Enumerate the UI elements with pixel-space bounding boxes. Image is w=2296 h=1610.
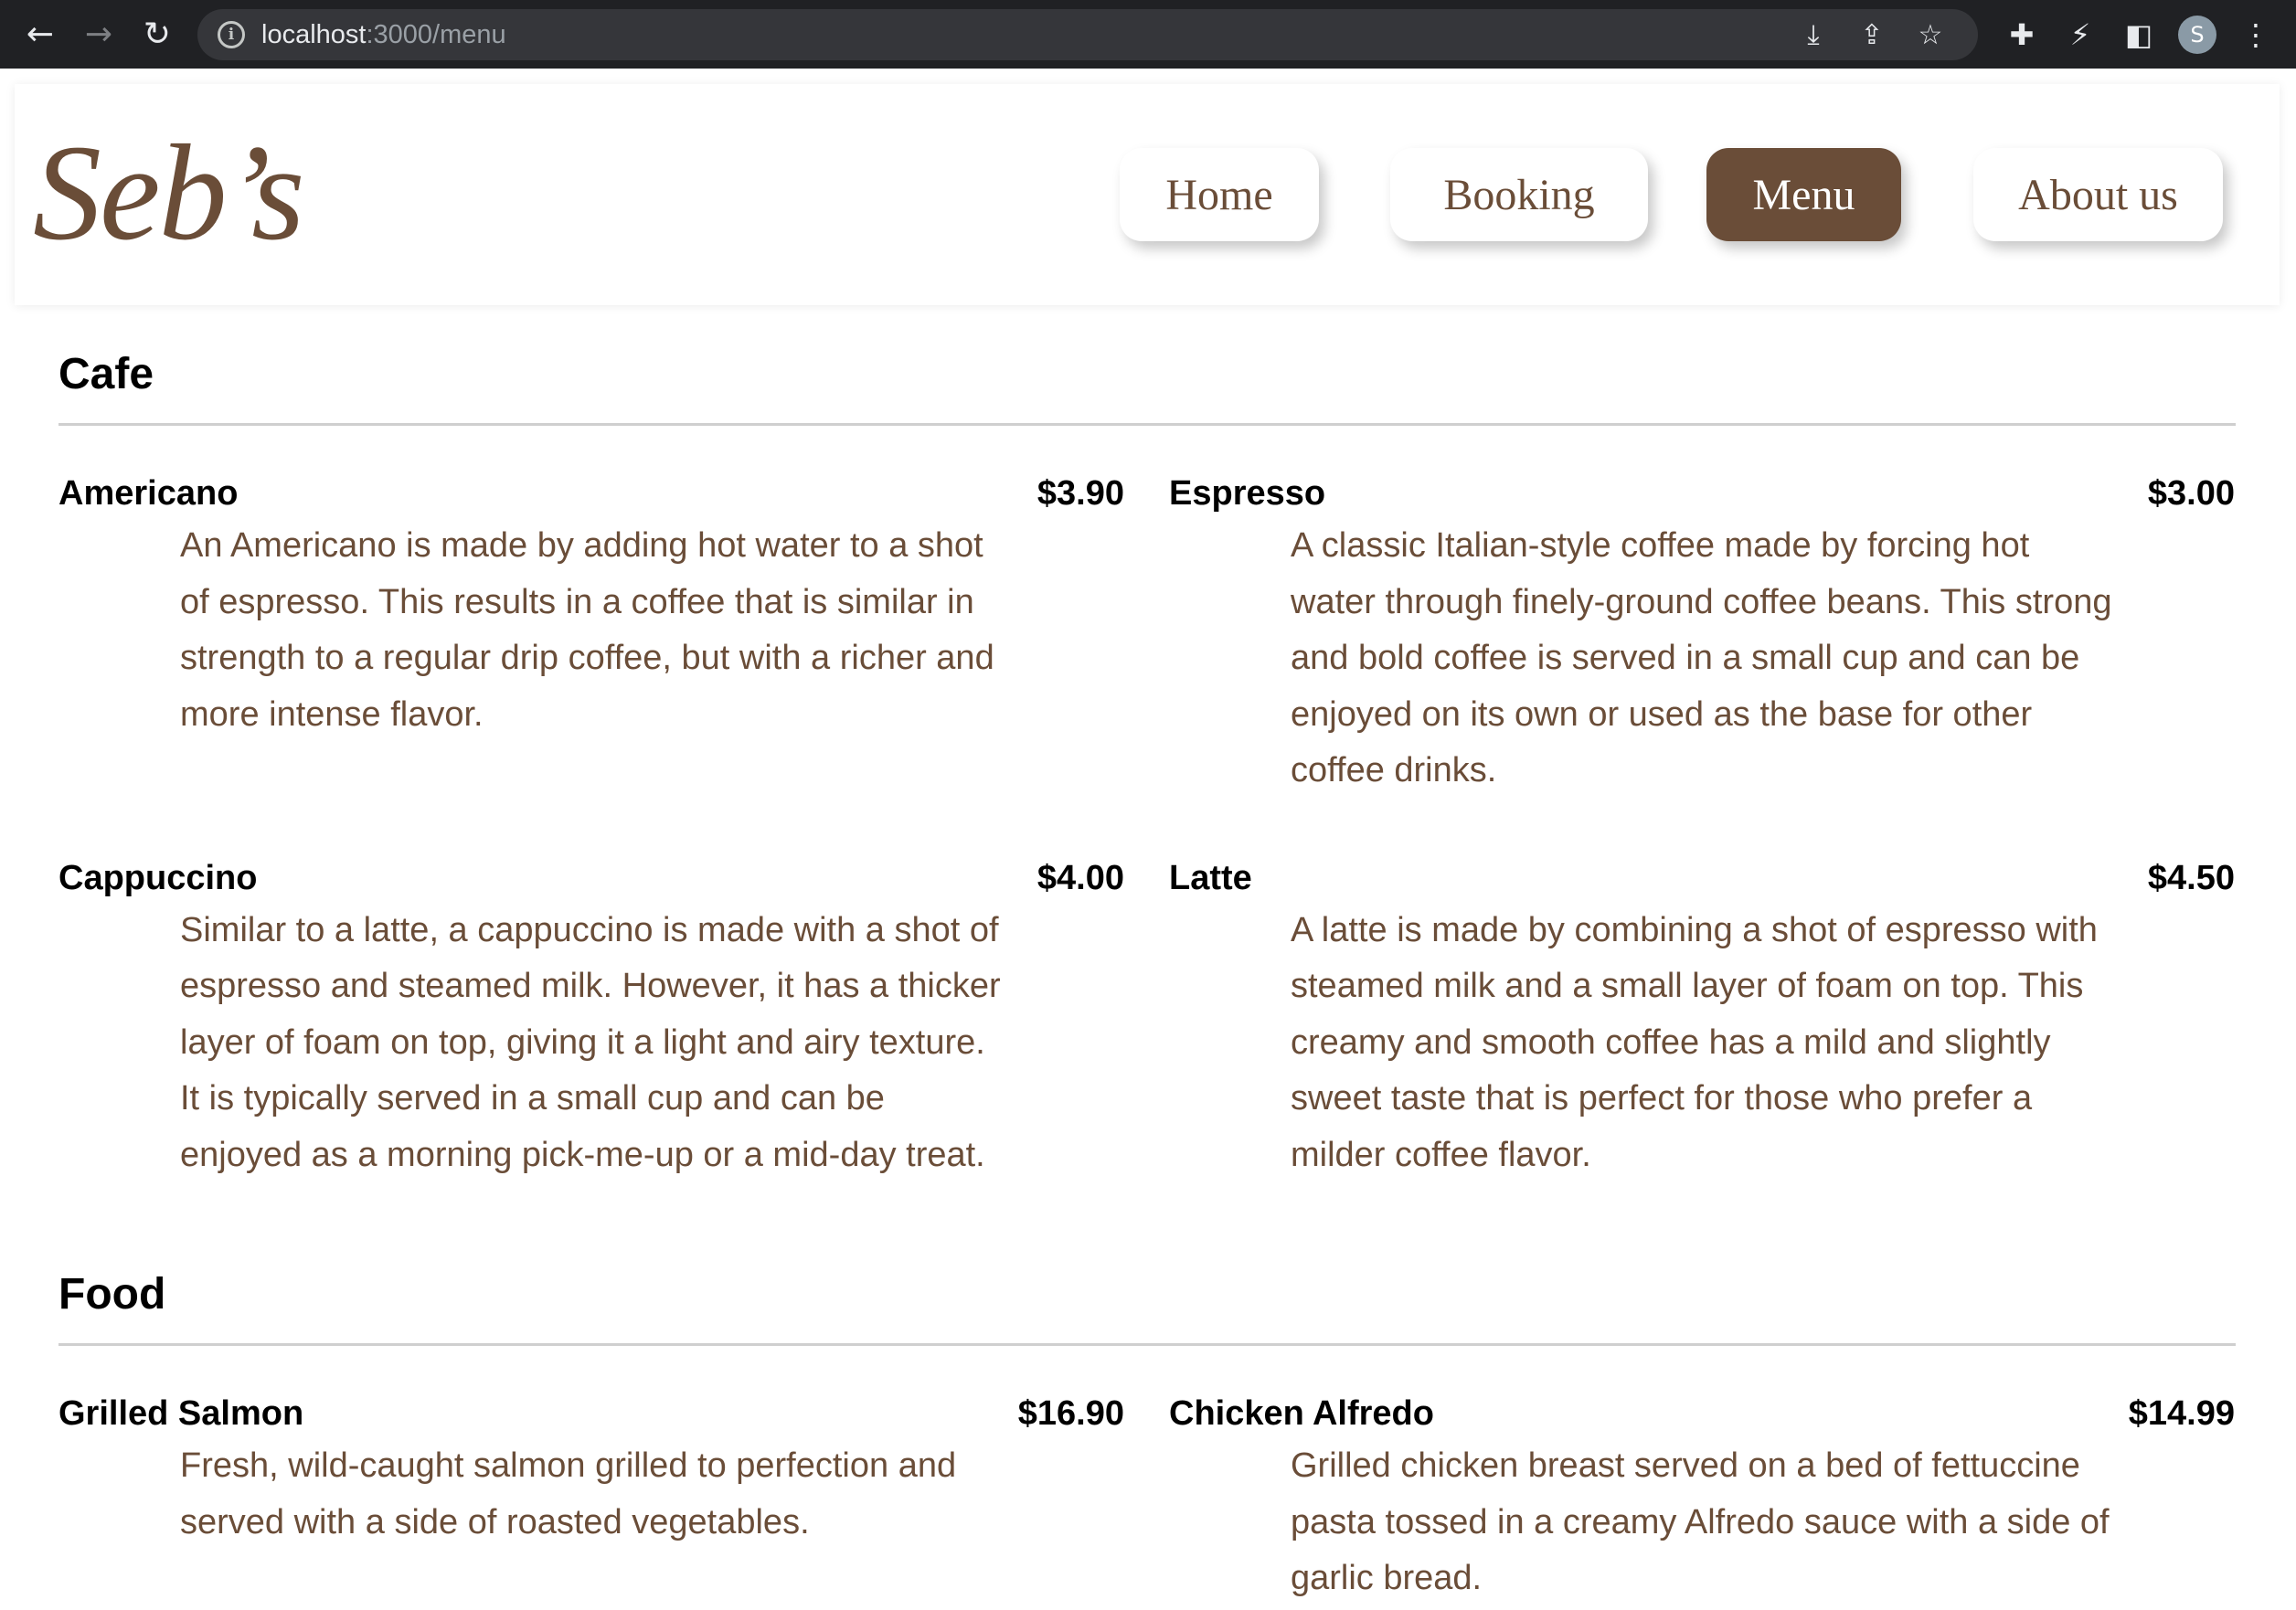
url-host: localhost <box>261 19 367 49</box>
performance-icon[interactable]: ⚡ <box>2051 17 2110 52</box>
menu-item: Cappuccino $4.00 Similar to a latte, a c… <box>58 856 1124 1184</box>
menu-item-header: Cappuccino $4.00 <box>58 856 1124 900</box>
address-url[interactable]: localhost:3000/menu <box>261 20 506 50</box>
menu-item-price: $4.00 <box>1036 858 1124 897</box>
menu-section-food: Food Grilled Salmon $16.90 Fresh, wild-c… <box>58 1249 2236 1610</box>
section-divider <box>58 1343 2236 1346</box>
site-logo[interactable]: Seb’s <box>33 124 305 261</box>
menu-content: Cafe Americano $3.90 An Americano is mad… <box>58 329 2236 1610</box>
bookmark-star-icon[interactable]: ☆ <box>1901 19 1960 51</box>
reload-icon[interactable]: ↻ <box>128 0 186 69</box>
menu-item-header: Grilled Salmon $16.90 <box>58 1392 1124 1435</box>
menu-item-price: $3.90 <box>1036 474 1124 513</box>
install-app-icon[interactable]: ⤓ <box>1784 19 1843 51</box>
menu-item-description: A latte is made by combining a shot of e… <box>1291 910 2098 1174</box>
forward-arrow-icon[interactable]: → <box>69 0 128 69</box>
menu-item-price: $16.90 <box>1017 1394 1124 1433</box>
menu-item-header: Latte $4.50 <box>1169 856 2235 900</box>
menu-item-description: Similar to a latte, a cappuccino is made… <box>180 910 1001 1174</box>
menu-item-description: An Americano is made by adding hot water… <box>180 526 994 734</box>
side-panel-icon[interactable]: ◧ <box>2110 17 2168 52</box>
profile-avatar[interactable]: S <box>2178 15 2216 54</box>
menu-item-name: Grilled Salmon <box>58 1394 304 1433</box>
menu-item-description: Fresh, wild-caught salmon grilled to per… <box>180 1446 957 1541</box>
menu-item: Grilled Salmon $16.90 Fresh, wild-caught… <box>58 1392 1124 1607</box>
browser-actions: ✚ ⚡ ◧ S ⋮ <box>1993 0 2285 69</box>
site-header: Seb’s Home Booking Menu About us <box>15 84 2280 305</box>
nav-about-button[interactable]: About us <box>1973 148 2223 241</box>
share-icon[interactable]: ⇪ <box>1843 19 1901 51</box>
address-bar-actions: ⤓ ⇪ ☆ <box>1784 9 1960 60</box>
menu-item: Espresso $3.00 A classic Italian-style c… <box>1169 471 2235 800</box>
menu-item-name: Chicken Alfredo <box>1169 1394 1434 1433</box>
menu-item: Latte $4.50 A latte is made by combining… <box>1169 856 2235 1184</box>
menu-item: Americano $3.90 An Americano is made by … <box>58 471 1124 800</box>
url-path: :3000/menu <box>366 19 506 49</box>
menu-item-price: $4.50 <box>2147 858 2235 897</box>
menu-item-name: Espresso <box>1169 474 1326 513</box>
menu-item-name: Latte <box>1169 858 1252 897</box>
extensions-puzzle-icon[interactable]: ✚ <box>1993 17 2051 52</box>
menu-item-description: Grilled chicken breast served on a bed o… <box>1291 1446 2110 1597</box>
back-arrow-icon[interactable]: ← <box>11 0 69 69</box>
menu-item-header: Espresso $3.00 <box>1169 471 2235 515</box>
browser-toolbar: ← → ↻ i localhost:3000/menu ⤓ ⇪ ☆ ✚ ⚡ ◧ … <box>0 0 2296 69</box>
menu-item-header: Chicken Alfredo $14.99 <box>1169 1392 2235 1435</box>
menu-item-header: Americano $3.90 <box>58 471 1124 515</box>
menu-items-grid: Americano $3.90 An Americano is made by … <box>58 471 2236 1240</box>
menu-item-price: $14.99 <box>2128 1394 2235 1433</box>
menu-item-name: Cappuccino <box>58 858 258 897</box>
browser-menu-icon[interactable]: ⋮ <box>2227 17 2285 52</box>
site-info-icon[interactable]: i <box>218 21 245 48</box>
menu-items-grid: Grilled Salmon $16.90 Fresh, wild-caught… <box>58 1392 2236 1610</box>
menu-section-cafe: Cafe Americano $3.90 An Americano is mad… <box>58 329 2236 1240</box>
menu-item: Chicken Alfredo $14.99 Grilled chicken b… <box>1169 1392 2235 1607</box>
nav-menu-button[interactable]: Menu <box>1706 148 1901 241</box>
section-title: Cafe <box>58 350 154 398</box>
address-bar[interactable]: i localhost:3000/menu ⤓ ⇪ ☆ <box>197 9 1978 60</box>
menu-item-description: A classic Italian-style coffee made by f… <box>1291 526 2112 789</box>
menu-item-price: $3.00 <box>2147 474 2235 513</box>
nav-home-button[interactable]: Home <box>1120 148 1319 241</box>
menu-item-name: Americano <box>58 474 239 513</box>
section-divider <box>58 423 2236 426</box>
section-title: Food <box>58 1270 166 1319</box>
nav-booking-button[interactable]: Booking <box>1390 148 1648 241</box>
